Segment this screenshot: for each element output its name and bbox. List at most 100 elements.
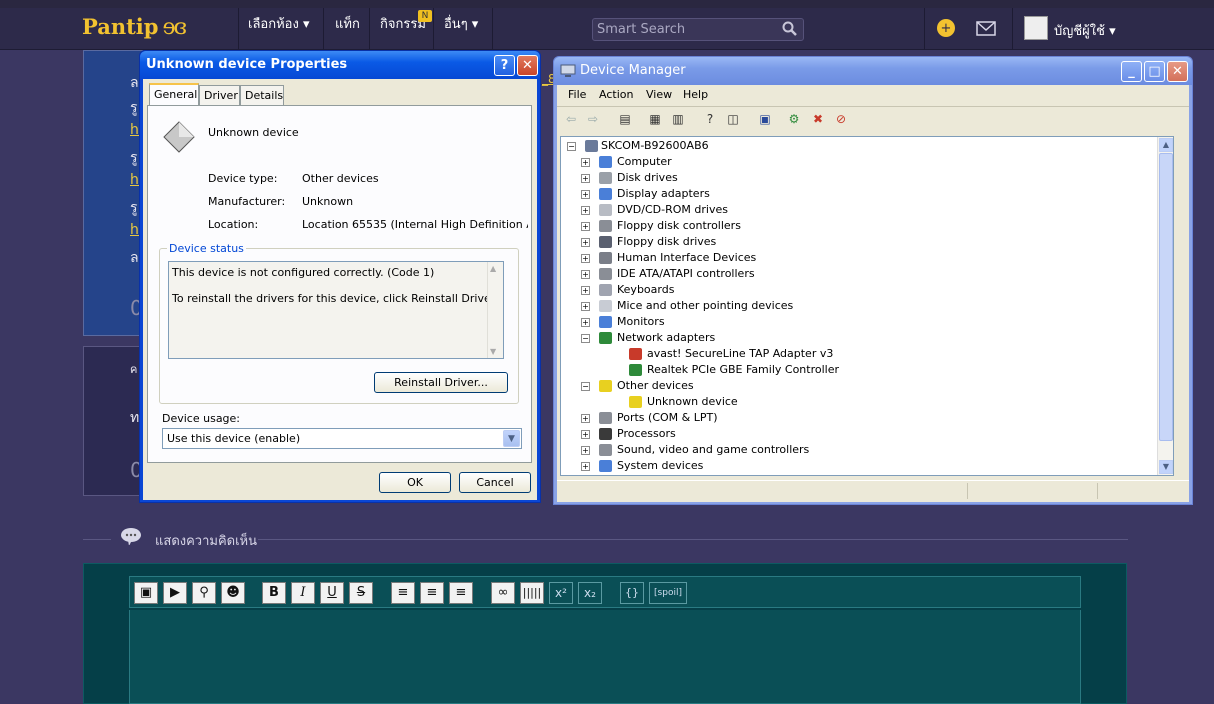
tab-general[interactable]: General bbox=[149, 83, 199, 106]
expand-icon[interactable]: + bbox=[581, 238, 590, 247]
expand-icon[interactable]: + bbox=[581, 206, 590, 215]
back-icon[interactable]: ⇦ bbox=[563, 112, 579, 126]
account-menu[interactable]: บัญชีผู้ใช้ ▾ bbox=[1054, 20, 1116, 41]
bold-button[interactable]: B bbox=[262, 582, 286, 604]
collapse-icon[interactable]: − bbox=[567, 142, 576, 151]
underline-button[interactable]: U bbox=[320, 582, 344, 604]
editor-toolbar: ▣ ▶ ⚲ ☻ B I U S ≡ ≡ ≡ ∞ ||||| x² x₂ {} [… bbox=[129, 576, 1081, 608]
expand-icon[interactable]: + bbox=[581, 254, 590, 263]
code-button[interactable]: {} bbox=[620, 582, 644, 604]
emoticon-icon[interactable]: ☻ bbox=[221, 582, 245, 604]
update-driver-icon[interactable]: ▣ bbox=[757, 112, 773, 126]
tree-item-label: Disk drives bbox=[617, 171, 678, 184]
scroll-down-icon[interactable]: ▼ bbox=[490, 347, 496, 356]
subscript-button[interactable]: x₂ bbox=[578, 582, 602, 604]
nav-select-room[interactable]: เลือกห้อง ▾ bbox=[248, 13, 309, 34]
tree-item-label: Floppy disk controllers bbox=[617, 219, 741, 232]
expand-icon[interactable]: + bbox=[581, 462, 590, 471]
status-scrollbar[interactable]: ▲ ▼ bbox=[487, 262, 503, 358]
menu-file[interactable]: File bbox=[568, 88, 586, 101]
ok-button[interactable]: OK bbox=[379, 472, 451, 493]
mail-icon[interactable] bbox=[976, 21, 996, 36]
expand-icon[interactable]: + bbox=[581, 158, 590, 167]
status-textbox[interactable]: This device is not configured correctly.… bbox=[168, 261, 504, 359]
tree-item-label: Realtek PCIe GBE Family Controller bbox=[647, 363, 840, 376]
view-icon[interactable]: ◫ bbox=[725, 112, 741, 126]
device-usage-select[interactable]: Use this device (enable) ▼ bbox=[162, 428, 522, 449]
nav-tags[interactable]: แท็ก bbox=[335, 13, 360, 34]
scroll-thumb[interactable] bbox=[1159, 153, 1173, 441]
collapse-icon[interactable]: − bbox=[581, 382, 590, 391]
menu-help[interactable]: Help bbox=[683, 88, 708, 101]
expand-icon[interactable]: + bbox=[581, 302, 590, 311]
align-center-icon[interactable]: ≡ bbox=[420, 582, 444, 604]
close-icon[interactable]: ✕ bbox=[1167, 61, 1188, 82]
status-bar bbox=[557, 480, 1189, 500]
pantip-logo[interactable]: Pantip ɘɞ bbox=[82, 14, 187, 40]
menu-action[interactable]: Action bbox=[599, 88, 633, 101]
strikethrough-button[interactable]: S bbox=[349, 582, 373, 604]
help-icon[interactable]: ? bbox=[702, 112, 718, 126]
expand-icon[interactable]: + bbox=[581, 318, 590, 327]
scroll-up-icon[interactable]: ▲ bbox=[490, 264, 496, 273]
device-category-icon bbox=[629, 364, 642, 376]
expand-icon[interactable]: + bbox=[581, 446, 590, 455]
collapse-icon[interactable]: − bbox=[581, 334, 590, 343]
expand-icon[interactable]: + bbox=[581, 270, 590, 279]
minimize-icon[interactable]: _ bbox=[1121, 61, 1142, 82]
superscript-button[interactable]: x² bbox=[549, 582, 573, 604]
tree-item-label: Other devices bbox=[617, 379, 694, 392]
properties-title[interactable]: Unknown device Properties bbox=[140, 51, 540, 79]
barcode-icon[interactable]: ||||| bbox=[520, 582, 544, 604]
tab-details[interactable]: Details bbox=[240, 85, 284, 105]
tree-scrollbar[interactable]: ▲ ▼ bbox=[1157, 137, 1173, 475]
align-right-icon[interactable]: ≡ bbox=[449, 582, 473, 604]
close-icon[interactable]: ✕ bbox=[517, 55, 538, 76]
expand-icon[interactable]: + bbox=[581, 190, 590, 199]
device-manager-icon bbox=[560, 64, 576, 77]
chat-plus-icon[interactable]: + bbox=[937, 19, 955, 37]
forward-icon[interactable]: ⇨ bbox=[585, 112, 601, 126]
cancel-button[interactable]: Cancel bbox=[459, 472, 531, 493]
expand-icon[interactable]: + bbox=[581, 222, 590, 231]
menu-view[interactable]: View bbox=[646, 88, 672, 101]
video-icon[interactable]: ▶ bbox=[163, 582, 187, 604]
expand-icon[interactable]: + bbox=[581, 174, 590, 183]
tab-driver[interactable]: Driver bbox=[199, 85, 240, 105]
italic-button[interactable]: I bbox=[291, 582, 315, 604]
scan-hardware-icon[interactable]: ⚙ bbox=[786, 112, 802, 126]
tree-item-label: Network adapters bbox=[617, 331, 716, 344]
expand-icon[interactable]: + bbox=[581, 414, 590, 423]
reinstall-driver-button[interactable]: Reinstall Driver... bbox=[374, 372, 508, 393]
device-category-icon bbox=[599, 428, 612, 440]
chevron-down-icon[interactable]: ▼ bbox=[503, 430, 520, 447]
print-icon[interactable]: ▥ bbox=[670, 112, 686, 126]
search-icon[interactable] bbox=[782, 21, 798, 37]
properties-icon[interactable]: ▦ bbox=[647, 112, 663, 126]
maximize-icon[interactable]: □ bbox=[1144, 61, 1165, 82]
device-category-icon bbox=[599, 444, 612, 456]
tree-item-label: avast! SecureLine TAP Adapter v3 bbox=[647, 347, 834, 360]
scroll-down-icon[interactable]: ▼ bbox=[1159, 460, 1173, 474]
comment-textarea[interactable] bbox=[129, 610, 1081, 704]
smart-search-input[interactable]: Smart Search bbox=[592, 18, 804, 41]
scroll-up-icon[interactable]: ▲ bbox=[1159, 138, 1173, 152]
align-left-icon[interactable]: ≡ bbox=[391, 582, 415, 604]
tree-item-label: Floppy disk drives bbox=[617, 235, 717, 248]
tree-item-label: Human Interface Devices bbox=[617, 251, 757, 264]
link-icon[interactable]: ∞ bbox=[491, 582, 515, 604]
console-tree-icon[interactable]: ▤ bbox=[617, 112, 633, 126]
new-badge: N bbox=[418, 10, 432, 22]
disable-icon[interactable]: ⊘ bbox=[833, 112, 849, 126]
camera-icon[interactable]: ▣ bbox=[134, 582, 158, 604]
help-button[interactable]: ? bbox=[494, 55, 515, 76]
user-avatar[interactable] bbox=[1024, 16, 1048, 40]
uninstall-icon[interactable]: ✖ bbox=[810, 112, 826, 126]
expand-icon[interactable]: + bbox=[581, 286, 590, 295]
nav-more[interactable]: อื่นๆ ▾ bbox=[444, 13, 478, 34]
menu-divider bbox=[557, 106, 1189, 107]
map-pin-icon[interactable]: ⚲ bbox=[192, 582, 216, 604]
spoiler-button[interactable]: [spoil] bbox=[649, 582, 687, 604]
expand-icon[interactable]: + bbox=[581, 430, 590, 439]
device-manager-title[interactable]: Device Manager bbox=[554, 57, 1192, 85]
